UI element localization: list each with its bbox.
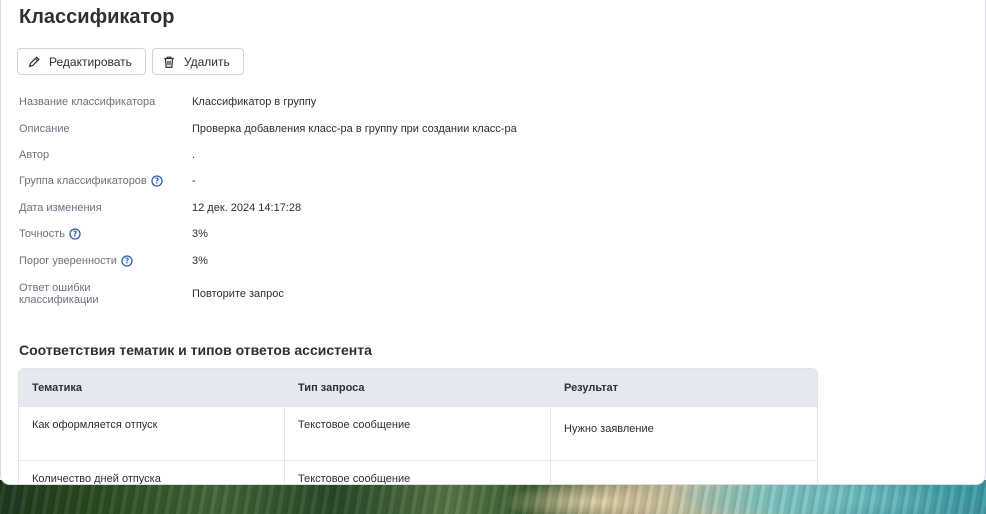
- table-row[interactable]: Как оформляется отпуск Текстовое сообщен…: [19, 406, 817, 460]
- properties-list: Название классификатора Классификатор в …: [19, 89, 719, 314]
- svg-text:?: ?: [73, 230, 77, 239]
- property-row-description: Описание Проверка добавления класс-ра в …: [19, 115, 719, 141]
- column-header-result[interactable]: Результат: [551, 369, 817, 406]
- cell-result: Нужно заявление: [564, 423, 654, 435]
- background-photo: [0, 480, 986, 514]
- section-title: Соответствия тематик и типов ответов асс…: [19, 342, 372, 358]
- question-circle-icon[interactable]: ?: [121, 254, 133, 267]
- property-label: Автор: [19, 148, 50, 161]
- property-label: Дата изменения: [19, 201, 102, 214]
- cell-request-type: Текстовое сообщение: [285, 407, 551, 460]
- property-row-threshold: Порог уверенности ? 3%: [19, 247, 719, 273]
- table-row[interactable]: Количество дней отпуска Текстовое сообще…: [19, 460, 817, 484]
- property-row-author: Автор .: [19, 142, 719, 168]
- property-row-accuracy: Точность ? 3%: [19, 221, 719, 247]
- cell-result: [551, 461, 817, 484]
- property-label: Группа классификаторов: [19, 175, 147, 188]
- property-value: Классификатор в группу: [192, 96, 317, 109]
- svg-text:?: ?: [155, 177, 159, 186]
- question-circle-icon[interactable]: ?: [151, 175, 163, 188]
- delete-button-label: Удалить: [183, 54, 230, 69]
- svg-text:?: ?: [125, 256, 129, 265]
- property-value: 3%: [192, 254, 208, 267]
- property-row-modified: Дата изменения 12 дек. 2024 14:17:28: [19, 195, 719, 221]
- property-value: Проверка добавления класс-ра в группу пр…: [192, 122, 517, 135]
- property-label: Ответ ошибки классификации: [19, 281, 99, 306]
- property-label-wrap: Группа классификаторов ?: [19, 175, 192, 187]
- topics-table: Тематика Тип запроса Результат Как оформ…: [18, 368, 818, 484]
- question-circle-icon[interactable]: ?: [69, 228, 81, 240]
- property-value: 3%: [192, 228, 208, 241]
- property-row-name: Название классификатора Классификатор в …: [19, 89, 719, 115]
- pencil-icon: [28, 55, 40, 67]
- toolbar: Редактировать Удалить: [17, 48, 244, 75]
- property-label: Название классификатора: [19, 96, 156, 109]
- property-row-group: Группа классификаторов ? -: [19, 168, 719, 194]
- property-label: Порог уверенности: [19, 254, 117, 267]
- cell-topic: Как оформляется отпуск: [19, 407, 285, 460]
- property-value: .: [192, 148, 196, 161]
- column-header-request-type[interactable]: Тип запроса: [285, 369, 551, 406]
- column-header-topic[interactable]: Тематика: [19, 369, 285, 406]
- property-value: Повторите запрос: [192, 287, 284, 300]
- cell-request-type: Текстовое сообщение: [285, 461, 551, 484]
- classifier-card: Классификатор Редактировать Удалить Назв…: [0, 0, 986, 485]
- property-value: 12 дек. 2024 14:17:28: [192, 201, 302, 214]
- edit-button[interactable]: Редактировать: [17, 48, 146, 75]
- edit-button-label: Редактировать: [49, 54, 132, 69]
- property-label: Точность: [19, 228, 65, 241]
- property-label-wrap: Точность ?: [19, 228, 192, 240]
- property-row-error-response: Ответ ошибки классификации Повторите зап…: [19, 274, 719, 314]
- table-header: Тематика Тип запроса Результат: [19, 369, 817, 406]
- cell-topic: Количество дней отпуска: [19, 461, 285, 484]
- delete-button[interactable]: Удалить: [151, 48, 244, 75]
- property-value: -: [192, 175, 196, 188]
- page-title: Классификатор: [19, 6, 175, 28]
- property-label-wrap: Порог уверенности ?: [19, 255, 192, 267]
- trash-icon: [164, 56, 174, 68]
- property-label: Описание: [19, 122, 70, 135]
